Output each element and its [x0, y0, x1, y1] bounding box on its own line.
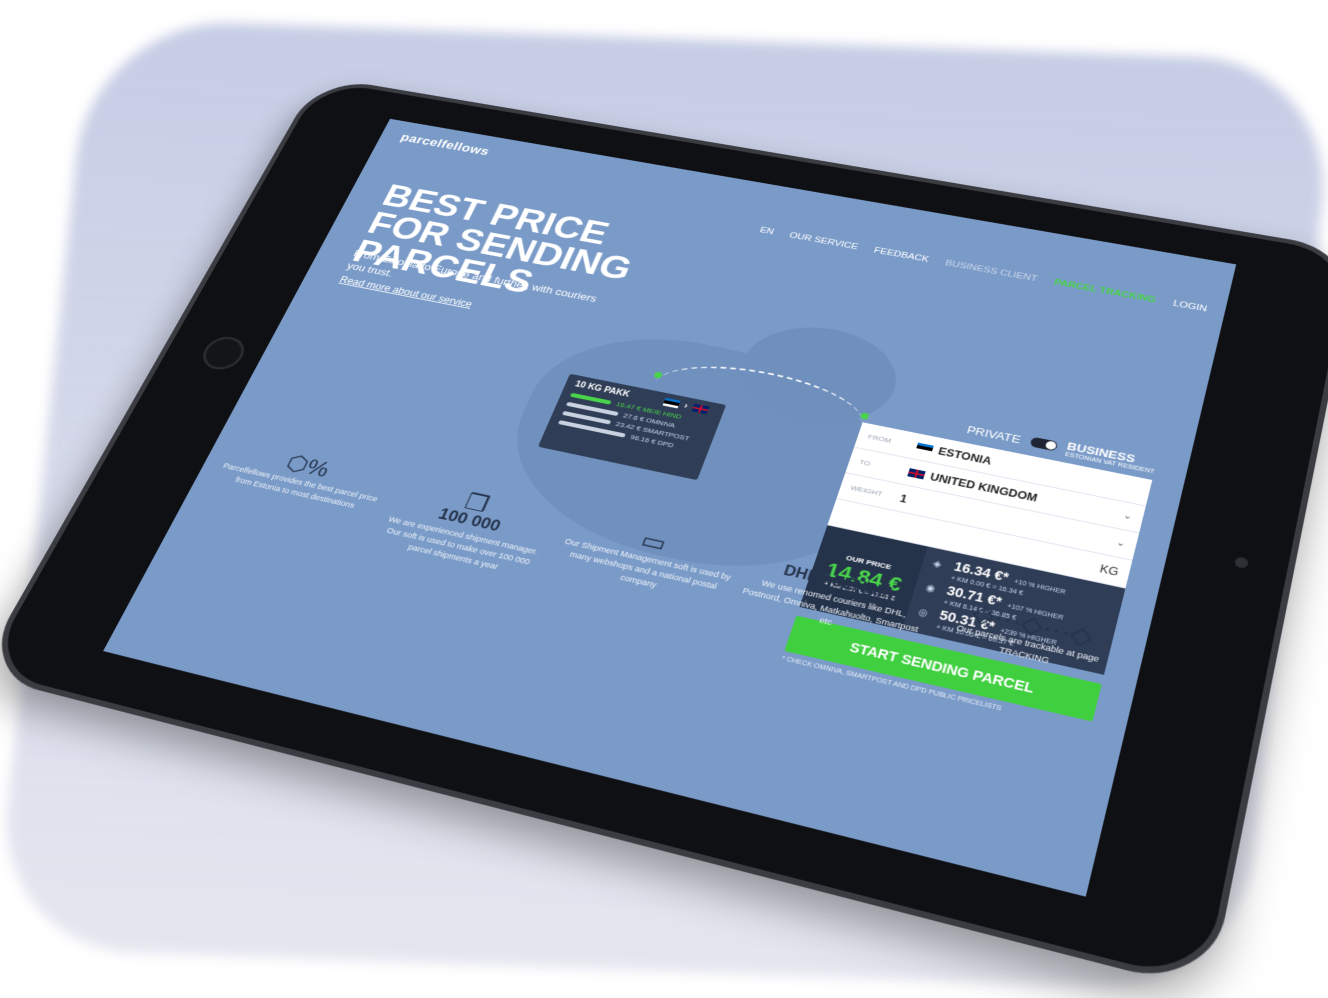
feature-item: ❒ 100 000 We are experienced shipment ma…: [369, 481, 561, 582]
nav-feedback[interactable]: FEEDBACK: [873, 246, 930, 264]
courier-icon: ◈: [931, 559, 943, 571]
feature-item: ⬡% Parcelfellows provides the best parce…: [201, 444, 388, 541]
camera-icon: [1233, 556, 1250, 570]
estonia-flag-icon: [915, 442, 934, 454]
brand-logo[interactable]: parcelfellows: [398, 132, 491, 159]
weight-unit: KG: [1098, 562, 1120, 579]
from-label: FROM: [866, 432, 893, 445]
top-nav: EN OUR SERVICE FEEDBACK BUSINESS CLIENT …: [758, 226, 1208, 314]
chevron-down-icon[interactable]: ⌄: [1115, 538, 1126, 549]
nav-parcel-tracking[interactable]: PARCEL TRACKING: [1053, 278, 1157, 305]
courier-icon: ◉: [924, 583, 937, 595]
home-button[interactable]: [196, 333, 251, 373]
nav-login[interactable]: LOGIN: [1172, 299, 1208, 314]
nav-business-client[interactable]: BUSINESS CLIENT: [944, 259, 1038, 284]
private-label[interactable]: PRIVATE: [965, 423, 1022, 445]
from-value: ESTONIA: [936, 444, 994, 467]
uk-flag-icon: [907, 468, 926, 480]
nav-our-service[interactable]: OUR SERVICE: [788, 231, 859, 251]
weight-label: WEIGHT: [849, 483, 884, 498]
to-label: TO: [858, 458, 872, 468]
customer-type-switch[interactable]: [1029, 436, 1058, 452]
chevron-down-icon[interactable]: ⌄: [1122, 511, 1133, 522]
nav-language[interactable]: EN: [758, 226, 775, 237]
